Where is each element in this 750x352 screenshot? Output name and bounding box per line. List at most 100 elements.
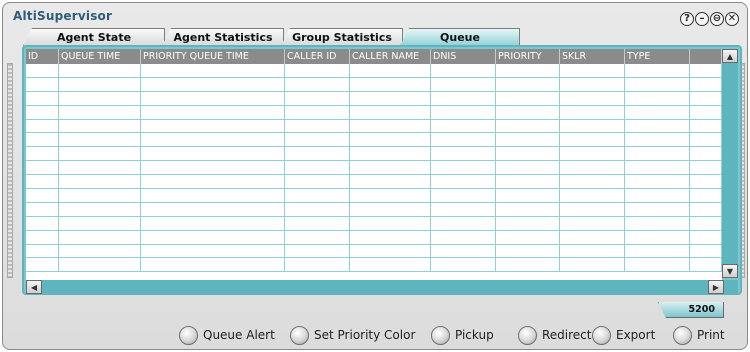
table-row[interactable] [26,230,722,245]
queue-alert-button[interactable]: Queue Alert [179,325,275,345]
table-cell[interactable] [560,189,625,202]
table-cell[interactable] [59,119,141,133]
table-cell[interactable] [690,258,722,272]
table-cell[interactable] [350,175,431,189]
table-cell[interactable] [26,244,59,258]
pickup-radio-icon[interactable] [431,325,450,345]
table-cell[interactable] [431,64,496,77]
table-cell[interactable] [625,161,690,175]
table-cell[interactable] [26,230,59,244]
table-cell[interactable] [141,64,285,77]
help-icon[interactable]: ? [680,12,694,26]
table-cell[interactable] [350,244,431,258]
pickup-button[interactable]: Pickup [431,325,494,345]
redirect-button[interactable]: Redirect [518,325,592,345]
table-cell[interactable] [560,216,625,230]
table-cell[interactable] [26,77,59,91]
table-cell[interactable] [350,133,431,147]
table-cell[interactable] [690,77,722,91]
table-cell[interactable] [431,189,496,202]
table-cell[interactable] [560,64,625,77]
table-row[interactable] [26,202,722,217]
table-row[interactable] [26,258,722,273]
export-button[interactable]: Export [592,325,655,345]
table-cell[interactable] [496,258,560,272]
table-cell[interactable] [560,91,625,105]
table-cell[interactable] [625,77,690,91]
table-cell[interactable] [350,119,431,133]
table-cell[interactable] [285,133,350,147]
print-radio-icon[interactable] [673,325,692,345]
table-cell[interactable] [431,105,496,119]
table-cell[interactable] [350,230,431,244]
table-cell[interactable] [690,133,722,147]
table-cell[interactable] [350,216,431,230]
table-cell[interactable] [496,175,560,189]
table-cell[interactable] [496,77,560,91]
table-cell[interactable] [496,147,560,161]
table-cell[interactable] [496,230,560,244]
table-cell[interactable] [141,133,285,147]
table-cell[interactable] [496,189,560,202]
table-cell[interactable] [285,230,350,244]
export-radio-icon[interactable] [592,325,611,345]
table-cell[interactable] [26,161,59,175]
column-header-extra[interactable] [690,49,722,64]
table-cell[interactable] [285,244,350,258]
table-cell[interactable] [59,202,141,216]
table-row[interactable] [26,147,722,162]
table-cell[interactable] [625,105,690,119]
table-cell[interactable] [141,119,285,133]
redirect-radio-icon[interactable] [518,325,537,345]
vertical-scrollbar[interactable]: ▲ ▼ [722,49,738,278]
table-cell[interactable] [59,133,141,147]
table-row[interactable] [26,64,722,78]
table-cell[interactable] [59,230,141,244]
column-header-priority-queue-time[interactable]: PRIORITY QUEUE TIME [141,49,285,64]
table-cell[interactable] [350,147,431,161]
table-cell[interactable] [350,91,431,105]
table-cell[interactable] [141,258,285,272]
table-cell[interactable] [431,133,496,147]
table-cell[interactable] [141,216,285,230]
table-cell[interactable] [431,202,496,216]
table-row[interactable] [26,161,722,176]
table-cell[interactable] [690,175,722,189]
table-cell[interactable] [285,258,350,272]
table-cell[interactable] [285,119,350,133]
table-cell[interactable] [625,216,690,230]
table-cell[interactable] [431,230,496,244]
table-cell[interactable] [560,119,625,133]
table-cell[interactable] [26,91,59,105]
table-cell[interactable] [496,105,560,119]
table-cell[interactable] [350,105,431,119]
table-cell[interactable] [496,216,560,230]
queue-alert-radio-icon[interactable] [179,325,198,345]
table-cell[interactable] [59,189,141,202]
scroll-down-icon[interactable]: ▼ [722,264,738,278]
table-cell[interactable] [350,161,431,175]
table-cell[interactable] [141,77,285,91]
table-cell[interactable] [26,147,59,161]
column-header-dnis[interactable]: DNIS [431,49,496,64]
horizontal-scrollbar[interactable]: ◀ ▶ [26,280,738,294]
table-cell[interactable] [59,175,141,189]
set-priority-color-radio-icon[interactable] [290,325,309,345]
table-cell[interactable] [625,64,690,77]
table-cell[interactable] [285,216,350,230]
table-cell[interactable] [690,64,722,77]
table-cell[interactable] [625,119,690,133]
table-cell[interactable] [26,258,59,272]
table-cell[interactable] [350,77,431,91]
table-cell[interactable] [285,175,350,189]
print-button[interactable]: Print [673,325,725,345]
close-icon[interactable]: ✕ [725,12,739,26]
tab-agent-statistics[interactable]: Agent Statistics [162,28,284,46]
table-cell[interactable] [141,202,285,216]
table-cell[interactable] [141,230,285,244]
table-cell[interactable] [625,147,690,161]
table-cell[interactable] [625,258,690,272]
table-cell[interactable] [285,147,350,161]
table-cell[interactable] [141,175,285,189]
table-row[interactable] [26,119,722,134]
